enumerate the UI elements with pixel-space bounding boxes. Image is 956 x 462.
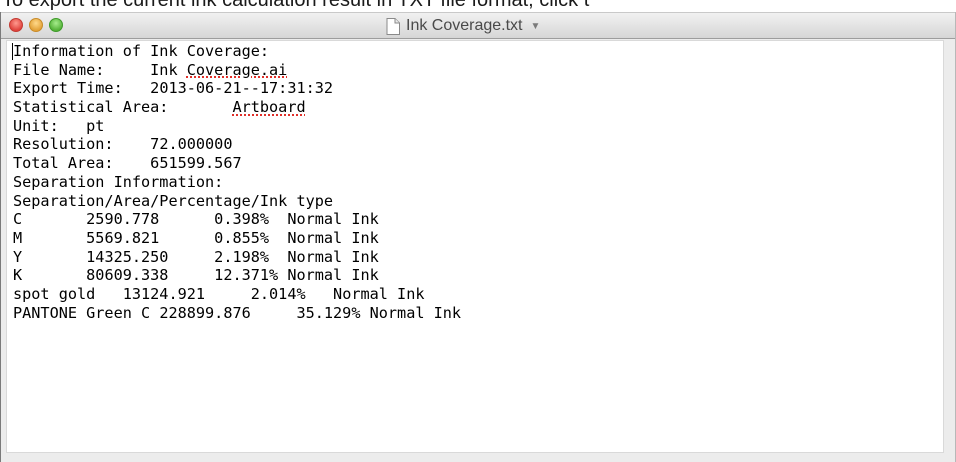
unit-line: Unit: pt [13, 117, 937, 136]
statistical-area-label: Statistical Area: [13, 98, 169, 117]
separation-ink-type: Normal Ink [287, 228, 379, 247]
unit-label: Unit: [13, 116, 59, 135]
separation-area: 5569.821 [86, 228, 215, 247]
separation-name: M [13, 228, 87, 247]
separation-ink-type: Normal Ink [333, 284, 425, 303]
separation-ink-type: Normal Ink [369, 303, 462, 322]
document-icon [386, 17, 400, 35]
export-time-value: 2013-06-21--17:31:32 [150, 79, 334, 98]
separation-percentage: 0.398% [214, 210, 288, 229]
separation-percentage: 2.198% [214, 247, 288, 266]
separation-row: C 2590.778 0.398% Normal Ink [13, 210, 937, 229]
statistical-area-line: Statistical Area: Artboard [13, 98, 937, 117]
separation-header-line: Separation Information: [13, 173, 937, 192]
separation-ink-type: Normal Ink [287, 266, 379, 285]
separation-row: M 5569.821 0.855% Normal Ink [13, 229, 937, 248]
file-name-value-prefix: Ink [150, 60, 187, 79]
columns-header-line: Separation/Area/Percentage/Ink type [13, 192, 937, 211]
file-name-line: File Name: Ink Coverage.ai [13, 61, 937, 80]
separation-ink-type: Normal Ink [287, 210, 379, 229]
separation-percentage: 0.855% [214, 228, 288, 247]
export-time-line: Export Time: 2013-06-21--17:31:32 [13, 79, 937, 98]
separation-name: K [13, 266, 87, 285]
zoom-window-button[interactable] [49, 18, 63, 32]
header-line: Information of Ink Coverage: [13, 42, 937, 61]
title-menu-chevron-icon[interactable]: ▼ [531, 21, 541, 32]
separation-name: spot gold [13, 284, 123, 303]
text-caret [12, 43, 13, 60]
file-name-label: File Name: [13, 60, 105, 79]
separation-percentage: 35.129% [296, 303, 370, 322]
separation-row: K 80609.338 12.371% Normal Ink [13, 266, 937, 285]
separation-row: PANTONE Green C 228899.876 35.129% Norma… [13, 304, 937, 323]
separation-header: Separation Information: [13, 172, 224, 191]
separation-area: 14325.250 [86, 247, 215, 266]
export-time-label: Export Time: [13, 79, 123, 98]
separation-area: 2590.778 [86, 210, 215, 229]
separation-name: PANTONE Green C [13, 303, 160, 322]
unit-value: pt [86, 116, 105, 135]
total-area-line: Total Area: 651599.567 [13, 154, 937, 173]
total-area-label: Total Area: [13, 154, 114, 173]
instruction-caption: To export the current ink calculation re… [2, 0, 590, 11]
total-area-value: 651599.567 [150, 154, 242, 173]
resolution-line: Resolution: 72.000000 [13, 135, 937, 154]
window-title-group[interactable]: Ink Coverage.txt ▼ [386, 16, 540, 36]
resolution-value: 72.000000 [150, 135, 233, 154]
close-window-button[interactable] [9, 18, 23, 32]
title-bar[interactable]: Ink Coverage.txt ▼ [1, 12, 955, 39]
minimize-window-button[interactable] [29, 18, 43, 32]
separation-ink-type: Normal Ink [287, 247, 379, 266]
separation-area: 80609.338 [86, 266, 215, 285]
separation-percentage: 2.014% [250, 284, 334, 303]
separation-name: Y [13, 247, 87, 266]
separation-percentage: 12.371% [214, 266, 288, 285]
columns-header: Separation/Area/Percentage/Ink type [13, 191, 334, 210]
separation-area: 13124.921 [122, 284, 251, 303]
statistical-area-value: Artboard [232, 98, 306, 117]
separation-area: 228899.876 [159, 303, 297, 322]
resolution-label: Resolution: [13, 135, 114, 154]
separation-row: spot gold 13124.921 2.014% Normal Ink [13, 285, 937, 304]
file-name-value-misspelled: Coverage.ai [186, 60, 288, 79]
textedit-window: Ink Coverage.txt ▼ Information of Ink Co… [0, 12, 956, 462]
separation-rows: C 2590.778 0.398% Normal Ink M 5569.821 0… [13, 210, 937, 322]
doc-header: Information of Ink Coverage: [13, 42, 270, 60]
separation-name: C [13, 210, 87, 229]
text-area[interactable]: Information of Ink Coverage: File Name: … [6, 40, 944, 453]
separation-row: Y 14325.250 2.198% Normal Ink [13, 248, 937, 267]
window-title: Ink Coverage.txt [406, 17, 523, 34]
